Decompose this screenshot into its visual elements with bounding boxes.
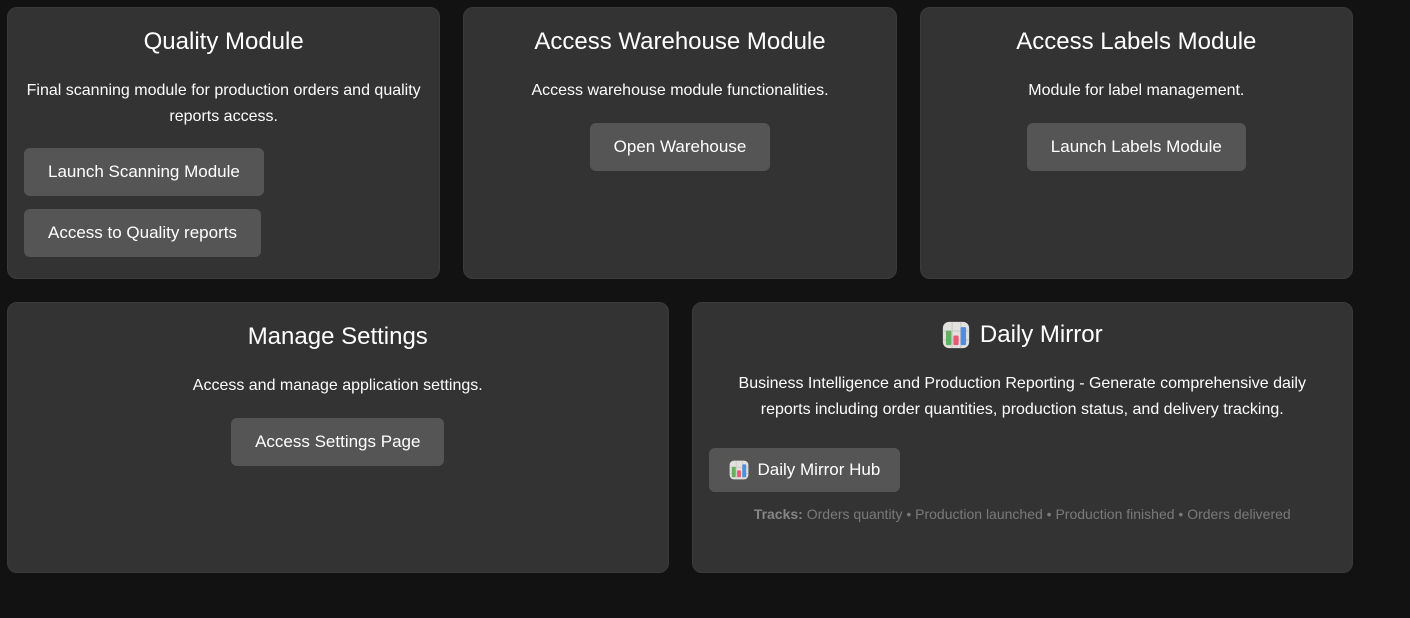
warehouse-module-card: Access Warehouse Module Access warehouse… (463, 7, 896, 279)
labels-module-card: Access Labels Module Module for label ma… (920, 7, 1353, 279)
launch-scanning-module-button[interactable]: Launch Scanning Module (24, 148, 264, 196)
card-description: Final scanning module for production ord… (24, 78, 423, 131)
top-row: Quality Module Final scanning module for… (7, 7, 1353, 279)
launch-labels-module-button[interactable]: Launch Labels Module (1027, 123, 1246, 171)
daily-mirror-hub-button[interactable]: Daily Mirror Hub (709, 448, 901, 492)
card-description: Access warehouse module functionalities. (480, 78, 879, 104)
bar-chart-icon (942, 321, 970, 349)
access-quality-reports-button[interactable]: Access to Quality reports (24, 209, 261, 257)
card-description: Access and manage application settings. (24, 373, 652, 399)
bottom-row: Manage Settings Access and manage applic… (7, 302, 1353, 573)
access-settings-page-button[interactable]: Access Settings Page (231, 418, 444, 466)
tracks-footer: Tracks: Orders quantity • Production lau… (709, 506, 1337, 522)
open-warehouse-button[interactable]: Open Warehouse (590, 123, 771, 171)
card-title: Access Warehouse Module (480, 28, 879, 56)
card-description: Module for label management. (937, 78, 1336, 104)
tracks-label: Tracks: (754, 506, 803, 522)
daily-mirror-hub-label: Daily Mirror Hub (758, 460, 881, 480)
card-title: Daily Mirror (980, 321, 1103, 349)
card-title: Access Labels Module (937, 28, 1336, 56)
card-title: Quality Module (24, 28, 423, 56)
quality-module-card: Quality Module Final scanning module for… (7, 7, 440, 279)
card-description: Business Intelligence and Production Rep… (722, 371, 1322, 424)
daily-mirror-card: Daily Mirror Business Intelligence and P… (692, 302, 1354, 573)
tracks-list: Orders quantity • Production launched • … (807, 506, 1291, 522)
quality-buttons-group: Launch Scanning Module Access to Quality… (24, 148, 423, 257)
card-title: Manage Settings (24, 323, 652, 351)
dashboard: Quality Module Final scanning module for… (7, 0, 1353, 573)
bar-chart-icon (729, 460, 749, 480)
manage-settings-card: Manage Settings Access and manage applic… (7, 302, 669, 573)
